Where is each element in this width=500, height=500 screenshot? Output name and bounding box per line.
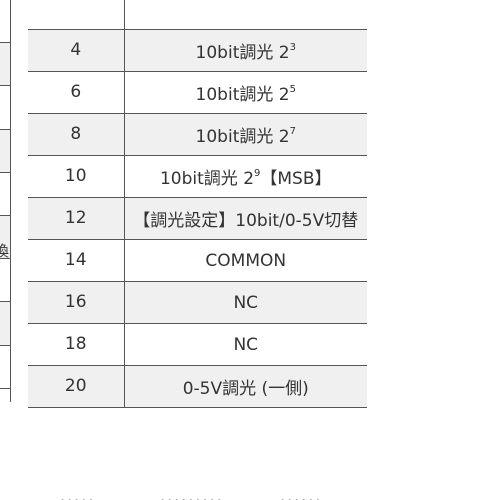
pin-function: 0-5V調光 (一側): [124, 365, 367, 408]
pin-number: 4: [28, 29, 125, 72]
pin-number: 8: [28, 113, 125, 156]
table-row: 6 10bit調光 25: [28, 71, 367, 114]
function-suffix: 【MSB】: [260, 168, 332, 189]
clipped-text: 換: [0, 242, 10, 260]
pin-function: COMMON: [124, 239, 367, 282]
exponent: 5: [289, 83, 296, 95]
pin-number: 14: [28, 239, 125, 282]
function-text: 10bit調光 2: [159, 168, 255, 189]
clipped-bottom-text: ····· ········· ······: [0, 488, 500, 500]
function-text: 10bit調光 2: [195, 42, 290, 63]
pin-function: NC: [124, 323, 367, 366]
exponent: 3: [289, 41, 296, 53]
function-text: 10bit調光 2: [195, 126, 290, 147]
pin-assignment-table: 4 10bit調光 23 6 10bit調光 25 8 10bit調光 27 10 10bit…: [28, 0, 367, 408]
table-row: 8 10bit調光 27: [28, 113, 367, 156]
table-row: 20 0-5V調光 (一側): [28, 365, 367, 408]
pin-function: 10bit調光 23: [124, 29, 367, 72]
function-text: NC: [233, 292, 259, 313]
table-row: 16 NC: [28, 281, 367, 324]
function-text: 10bit調光 2: [195, 84, 290, 105]
table-row: 12 【調光設定】10bit/0-5V切替: [28, 197, 367, 240]
table-row: 18 NC: [28, 323, 367, 366]
left-table-edge: 換: [0, 0, 11, 402]
pin-function: 10bit調光 25: [124, 71, 367, 114]
function-text: COMMON: [205, 250, 287, 271]
pin-number: 20: [28, 365, 125, 408]
pin-number: [28, 0, 125, 30]
pin-number: 18: [28, 323, 125, 366]
pin-number: 16: [28, 281, 125, 324]
exponent: 7: [289, 125, 296, 137]
function-text: 0-5V調光 (一側): [182, 378, 309, 399]
table-row: [28, 0, 367, 30]
pin-number: 6: [28, 71, 125, 114]
table-row: 10 10bit調光 29【MSB】: [28, 155, 367, 198]
function-text: 【調光設定】10bit/0-5V切替: [133, 210, 359, 231]
pin-number: 12: [28, 197, 125, 240]
table-row: 14 COMMON: [28, 239, 367, 282]
pin-function: 【調光設定】10bit/0-5V切替: [124, 197, 367, 240]
pin-function: 10bit調光 29【MSB】: [124, 155, 367, 198]
pin-function: 10bit調光 27: [124, 113, 367, 156]
table-row: 4 10bit調光 23: [28, 29, 367, 72]
function-text: NC: [233, 334, 259, 355]
pin-function: NC: [124, 281, 367, 324]
pin-number: 10: [28, 155, 125, 198]
pin-function: [124, 0, 367, 30]
